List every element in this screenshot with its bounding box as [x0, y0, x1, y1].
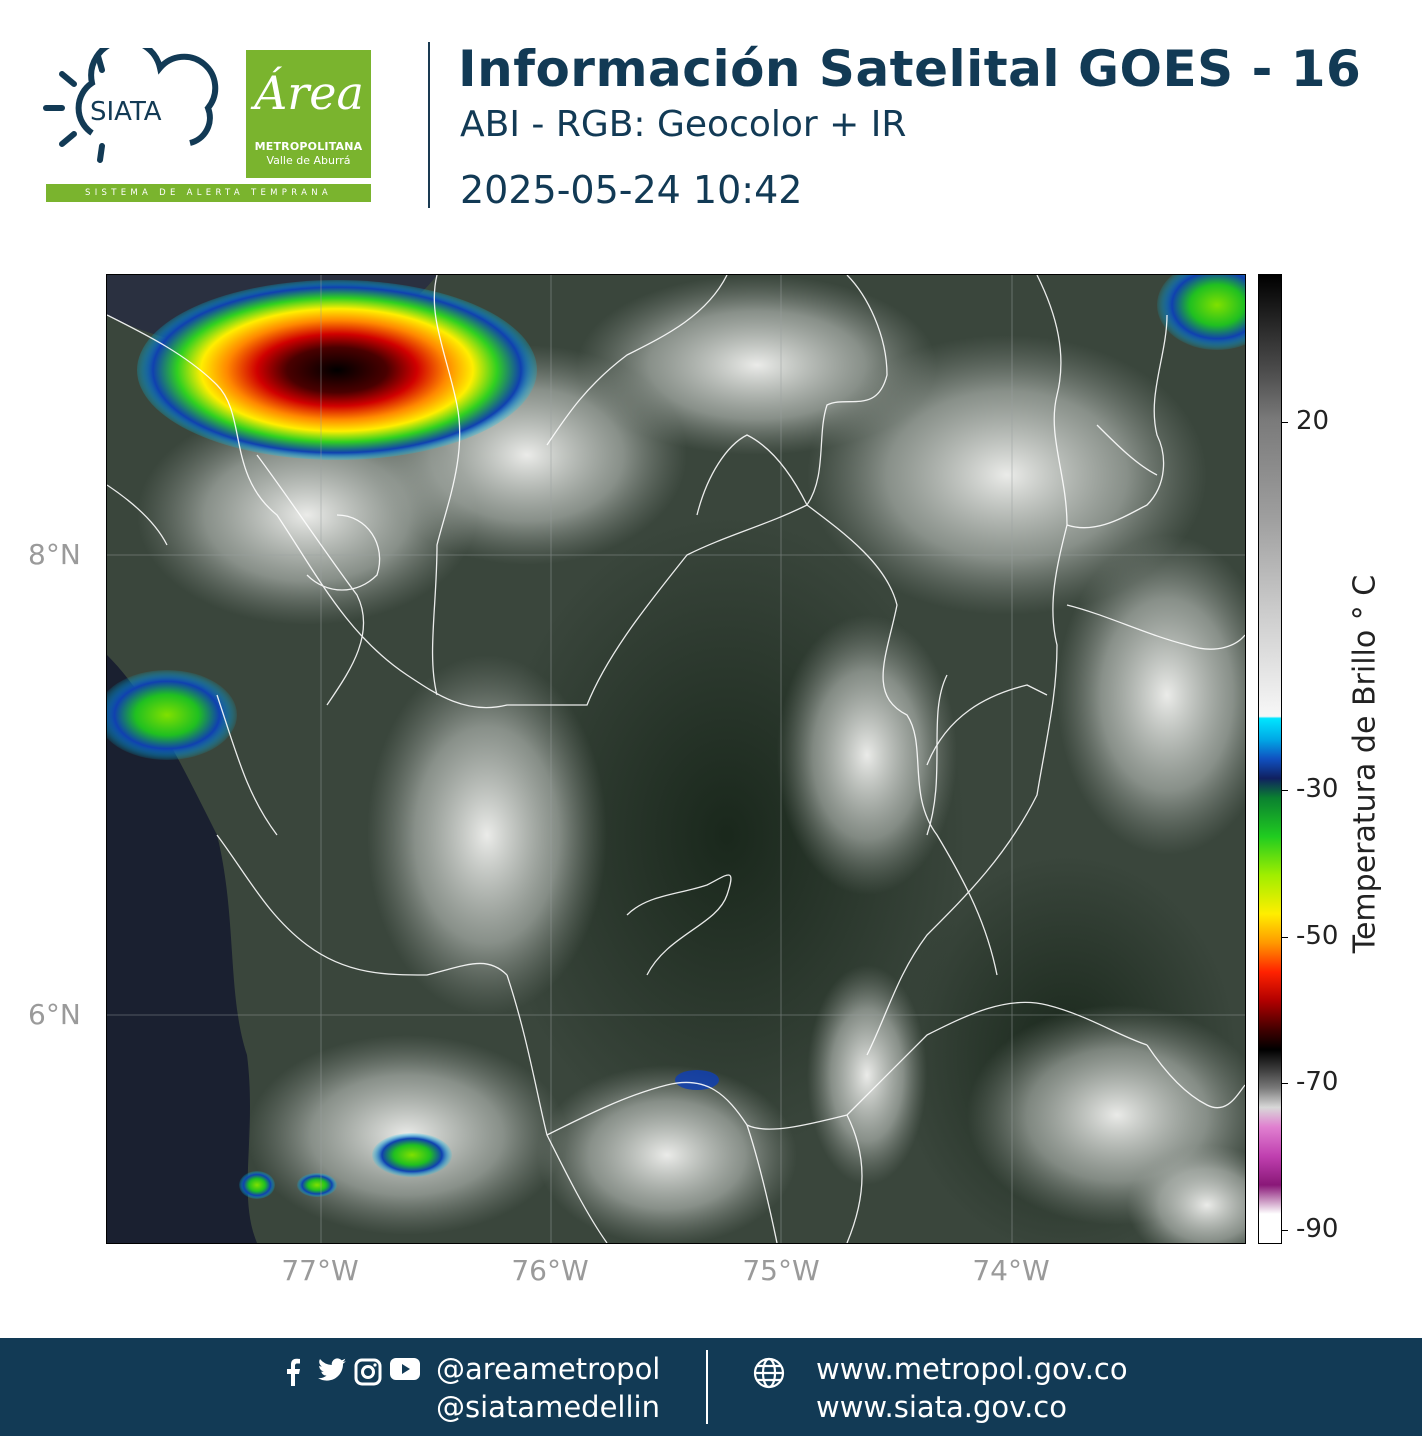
colorbar-label-minus90: -90: [1296, 1214, 1339, 1244]
handle-areametropol[interactable]: @areametropol: [436, 1352, 660, 1386]
colorbar: [1258, 274, 1282, 1244]
colorbar-label-20: 20: [1296, 406, 1330, 436]
globe-icon: [752, 1356, 786, 1390]
siata-logo-text: SIATA: [90, 97, 162, 127]
header-divider: [428, 42, 430, 208]
siata-logo: SIATA: [40, 37, 230, 178]
lon-label-77w: 77°W: [281, 1254, 359, 1287]
facebook-icon[interactable]: [282, 1358, 310, 1386]
storm-cell-south: [372, 1133, 452, 1177]
area-logo-line1: METROPOLITANA: [254, 140, 363, 153]
area-metropolitana-logo: Área METROPOLITANA Valle de Aburrá: [246, 50, 371, 178]
youtube-icon[interactable]: [390, 1358, 420, 1386]
lat-label-6n: 6°N: [28, 998, 81, 1031]
image-timestamp: 2025-05-24 10:42: [460, 168, 803, 212]
colorbar-label-minus50: -50: [1296, 921, 1339, 951]
colorbar-tick: [1281, 1230, 1288, 1231]
footer-divider: [706, 1350, 708, 1424]
lon-label-75w: 75°W: [742, 1254, 820, 1287]
storm-cell-small: [675, 1070, 719, 1090]
lon-label-76w: 76°W: [511, 1254, 589, 1287]
colorbar-tick: [1281, 790, 1288, 791]
colorbar-tick: [1281, 422, 1288, 423]
handle-siatamedellin[interactable]: @siatamedellin: [436, 1390, 660, 1424]
lat-label-8n: 8°N: [28, 538, 81, 571]
colorbar-label-minus70: -70: [1296, 1067, 1339, 1097]
area-logo-line2: Valle de Aburrá: [266, 154, 351, 167]
page-title: Información Satelital GOES - 16: [458, 40, 1362, 98]
area-logo-word: Área: [254, 66, 364, 120]
colorbar-title: Temperatura de Brillo ° C: [1347, 574, 1383, 954]
satellite-map: [106, 274, 1246, 1244]
siata-tagline: SISTEMA DE ALERTA TEMPRANA: [46, 184, 371, 202]
storm-cell-north: [137, 280, 537, 460]
twitter-icon[interactable]: [318, 1358, 346, 1386]
colorbar-label-minus30: -30: [1296, 774, 1339, 804]
colorbar-tick: [1281, 937, 1288, 938]
instagram-icon[interactable]: [354, 1358, 382, 1386]
social-icons: [282, 1355, 420, 1389]
link-siata[interactable]: www.siata.gov.co: [816, 1390, 1067, 1424]
footer-bar: [0, 1338, 1422, 1436]
colorbar-tick: [1281, 1083, 1288, 1084]
page-subtitle: ABI - RGB: Geocolor + IR: [460, 104, 907, 145]
lon-label-74w: 74°W: [972, 1254, 1050, 1287]
link-metropol[interactable]: www.metropol.gov.co: [816, 1352, 1128, 1386]
